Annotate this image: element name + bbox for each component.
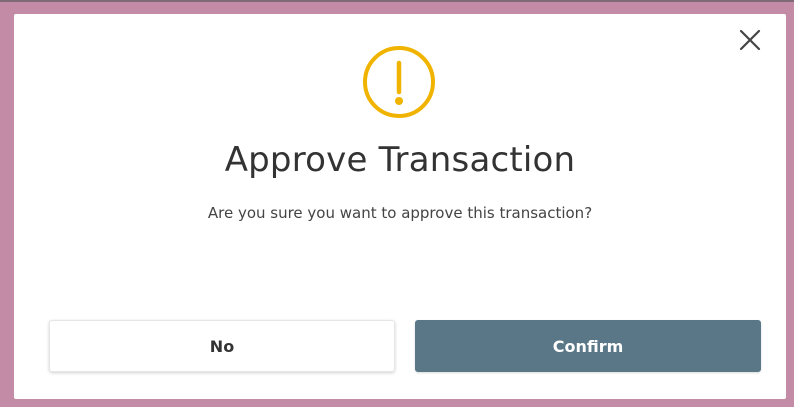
window-top-border <box>0 0 794 2</box>
warning-icon <box>362 45 436 119</box>
confirm-button-label: Confirm <box>552 336 624 356</box>
approve-transaction-dialog: Approve Transaction Are you sure you wan… <box>14 14 786 399</box>
no-button-label: No <box>209 336 235 356</box>
modal-backdrop: Approve Transaction Are you sure you wan… <box>0 0 794 407</box>
close-button[interactable] <box>738 28 762 52</box>
confirm-button[interactable]: Confirm <box>415 320 761 372</box>
no-button[interactable]: No <box>49 320 395 372</box>
dialog-title: Approve Transaction <box>224 140 576 180</box>
dialog-message: Are you sure you want to approve this tr… <box>207 204 593 222</box>
close-icon <box>739 29 761 51</box>
